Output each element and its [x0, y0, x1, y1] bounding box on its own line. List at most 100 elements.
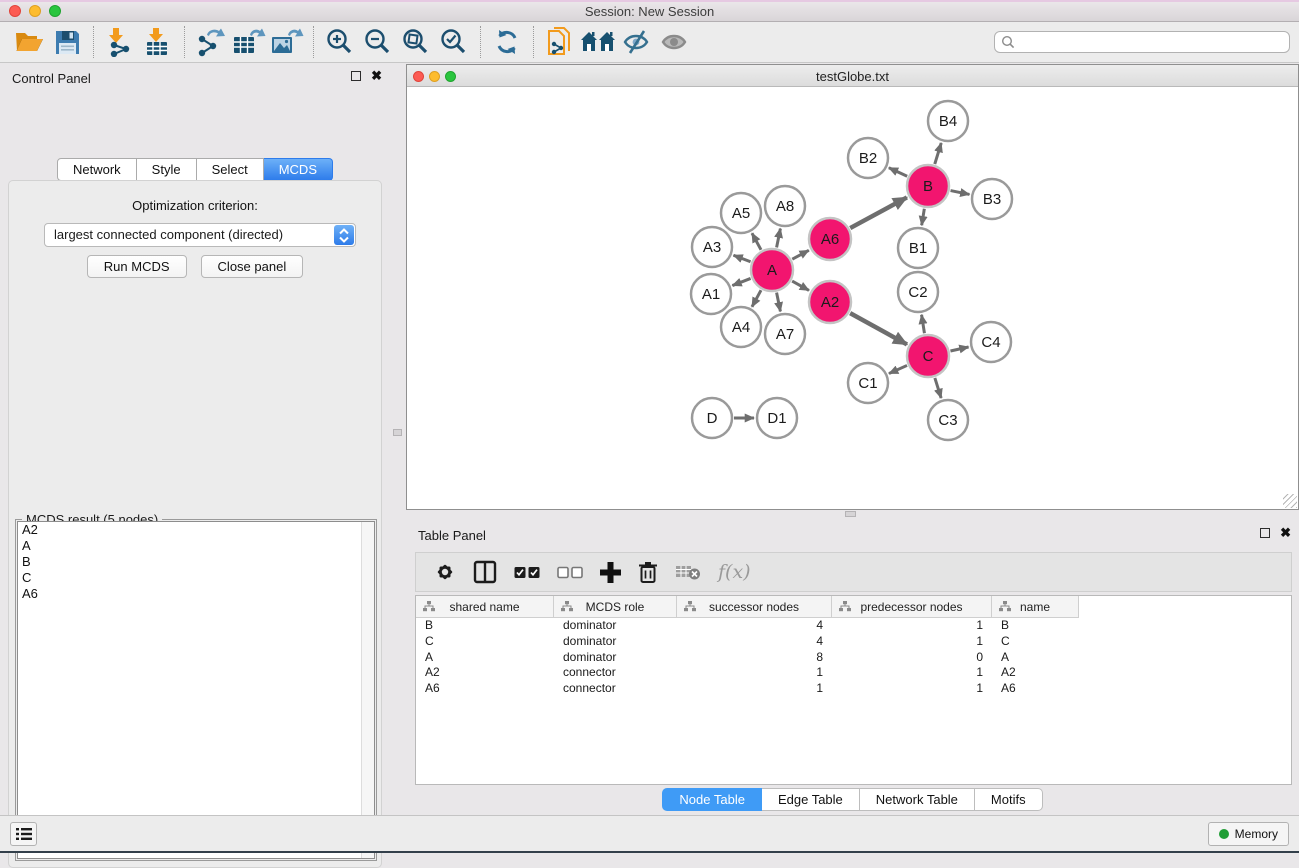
column-header-name[interactable]: name [992, 596, 1079, 618]
cell-shared-name[interactable]: B [416, 618, 554, 634]
cell-name[interactable]: C [992, 634, 1079, 650]
cell-successor-nodes[interactable]: 4 [677, 618, 832, 634]
zoom-fit-icon[interactable] [397, 25, 435, 59]
node-table[interactable]: shared nameMCDS rolesuccessor nodesprede… [415, 595, 1292, 785]
mcds-result-item[interactable]: A [18, 538, 374, 554]
edge-A-A8[interactable] [777, 229, 781, 248]
mcds-result-list[interactable]: A2ABCA6 [17, 521, 375, 859]
table-tab-motifs[interactable]: Motifs [975, 788, 1043, 811]
run-mcds-button[interactable]: Run MCDS [87, 255, 187, 278]
column-header-shared-name[interactable]: shared name [416, 596, 554, 618]
table-row[interactable]: Bdominator41B [416, 618, 1291, 634]
cell-successor-nodes[interactable]: 8 [677, 650, 832, 666]
mcds-result-item[interactable]: C [18, 570, 374, 586]
edge-A-A3[interactable] [733, 255, 750, 262]
horizontal-splitter-handle[interactable] [845, 511, 856, 517]
graph-node-A[interactable]: A [751, 249, 793, 291]
column-header-predecessor-nodes[interactable]: predecessor nodes [832, 596, 992, 618]
table-row[interactable]: A6connector11A6 [416, 681, 1291, 697]
cell-shared-name[interactable]: A [416, 650, 554, 666]
cell-MCDS-role[interactable]: connector [554, 665, 677, 681]
cell-name[interactable]: A [992, 650, 1079, 666]
edge-A2-C[interactable] [850, 313, 907, 344]
delete-table-icon[interactable] [675, 563, 701, 581]
column-visibility-icon[interactable] [473, 560, 497, 584]
edge-A-A2[interactable] [792, 281, 809, 290]
cell-MCDS-role[interactable]: dominator [554, 618, 677, 634]
control-panel-tab-mcds[interactable]: MCDS [264, 158, 333, 181]
import-network-icon[interactable] [101, 25, 139, 59]
open-file-icon[interactable] [10, 25, 48, 59]
new-network-icon[interactable] [541, 25, 579, 59]
edge-B-B4[interactable] [935, 143, 941, 164]
table-row[interactable]: A2connector11A2 [416, 665, 1291, 681]
graph-node-A6[interactable]: A6 [809, 218, 851, 260]
search-input[interactable] [994, 31, 1290, 53]
window-resize-grip[interactable] [1283, 494, 1297, 508]
table-tab-network-table[interactable]: Network Table [860, 788, 975, 811]
search-field[interactable] [994, 31, 1290, 53]
table-settings-gear-icon[interactable] [434, 561, 456, 583]
graph-node-A3[interactable]: A3 [692, 227, 732, 267]
cell-shared-name[interactable]: C [416, 634, 554, 650]
edge-C-C4[interactable] [950, 347, 968, 351]
graph-node-A2[interactable]: A2 [809, 281, 851, 323]
function-builder-icon[interactable]: f(x) [718, 561, 751, 583]
graph-node-A7[interactable]: A7 [765, 314, 805, 354]
export-table-icon[interactable] [230, 25, 268, 59]
cell-predecessor-nodes[interactable]: 1 [832, 681, 992, 697]
vertical-splitter-handle[interactable] [393, 429, 402, 436]
mcds-result-item[interactable]: A2 [18, 522, 374, 538]
graph-node-A1[interactable]: A1 [691, 274, 731, 314]
select-all-rows-icon[interactable] [514, 566, 540, 579]
export-image-icon[interactable] [268, 25, 306, 59]
graph-node-C3[interactable]: C3 [928, 400, 968, 440]
close-panel-icon[interactable]: ✖ [371, 71, 382, 81]
column-header-MCDS-role[interactable]: MCDS role [554, 596, 677, 618]
edge-A6-B[interactable] [850, 197, 907, 228]
cell-shared-name[interactable]: A6 [416, 681, 554, 697]
float-table-panel-icon[interactable] [1260, 528, 1270, 538]
edge-C-C2[interactable] [922, 315, 925, 334]
mcds-result-item[interactable]: A6 [18, 586, 374, 602]
optimization-criterion-select[interactable]: largest connected component (directed) [44, 223, 356, 247]
graph-node-A4[interactable]: A4 [721, 307, 761, 347]
home-pair-icon[interactable] [579, 25, 617, 59]
edge-C-C3[interactable] [935, 378, 941, 398]
cell-predecessor-nodes[interactable]: 1 [832, 618, 992, 634]
close-panel-button[interactable]: Close panel [201, 255, 304, 278]
graph-node-C2[interactable]: C2 [898, 272, 938, 312]
cell-name[interactable]: A2 [992, 665, 1079, 681]
graph-node-B4[interactable]: B4 [928, 101, 968, 141]
graph-node-D[interactable]: D [692, 398, 732, 438]
edge-A-A5[interactable] [752, 233, 761, 250]
table-row[interactable]: Cdominator41C [416, 634, 1291, 650]
import-table-icon[interactable] [139, 25, 177, 59]
network-canvas[interactable]: B4B2BB3A8A5A6A3B1AC2A1A2A4A7C4CC1DD1C3 [407, 87, 1298, 510]
edge-C-C1[interactable] [889, 365, 907, 373]
cell-predecessor-nodes[interactable]: 1 [832, 634, 992, 650]
graph-node-B1[interactable]: B1 [898, 228, 938, 268]
cell-name[interactable]: A6 [992, 681, 1079, 697]
table-tab-edge-table[interactable]: Edge Table [762, 788, 860, 811]
graph-node-B3[interactable]: B3 [972, 179, 1012, 219]
network-window-titlebar[interactable]: testGlobe.txt [407, 65, 1298, 87]
table-tab-node-table[interactable]: Node Table [662, 788, 762, 811]
cell-successor-nodes[interactable]: 4 [677, 634, 832, 650]
table-row[interactable]: Adominator80A [416, 650, 1291, 666]
zoom-out-icon[interactable] [359, 25, 397, 59]
edge-B-B1[interactable] [922, 209, 925, 226]
edge-B-B3[interactable] [951, 191, 970, 195]
edge-A-A6[interactable] [792, 250, 809, 259]
export-network-icon[interactable] [192, 25, 230, 59]
graph-node-C4[interactable]: C4 [971, 322, 1011, 362]
control-panel-tab-select[interactable]: Select [197, 158, 264, 181]
task-history-button[interactable] [10, 822, 37, 846]
add-column-icon[interactable] [600, 562, 621, 583]
graph-node-A8[interactable]: A8 [765, 186, 805, 226]
column-header-successor-nodes[interactable]: successor nodes [677, 596, 832, 618]
result-list-scrollbar[interactable] [361, 522, 374, 858]
delete-column-icon[interactable] [638, 561, 658, 584]
hide-graphics-details-icon[interactable] [617, 25, 655, 59]
zoom-selected-icon[interactable] [435, 25, 473, 59]
